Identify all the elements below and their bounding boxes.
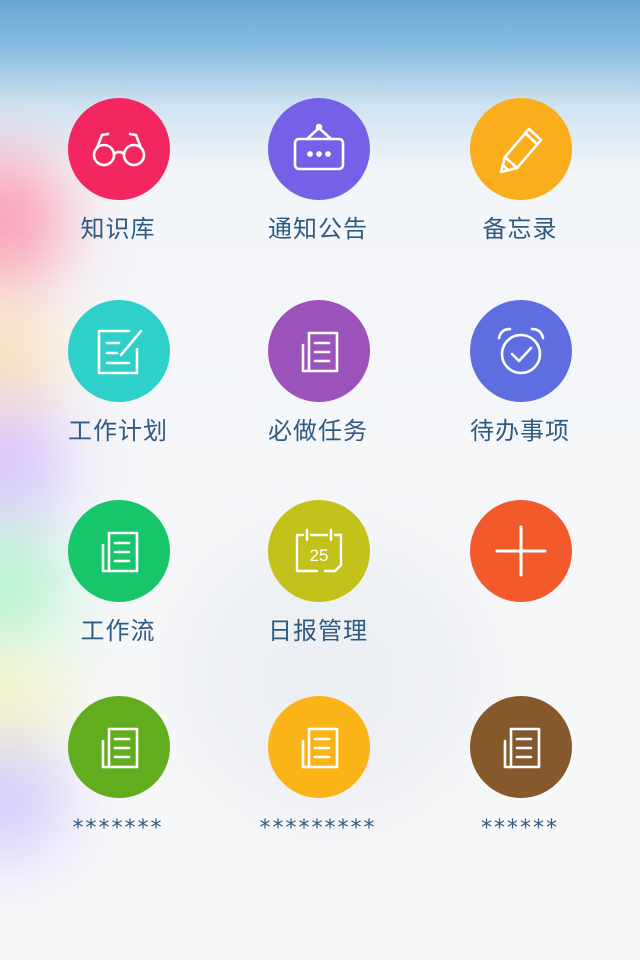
work-plan-label: 工作计划 (68, 417, 168, 445)
tile-extra-1[interactable]: ******* (18, 696, 218, 876)
tile-must-do[interactable]: 必做任务 (218, 300, 418, 480)
extra-1-button[interactable] (68, 696, 170, 798)
tile-notice[interactable]: 通知公告 (218, 98, 418, 278)
extra-2-label: ********* (259, 816, 377, 841)
tile-work-plan[interactable]: 工作计划 (18, 300, 218, 480)
document-icon (101, 727, 139, 769)
tile-daily-report[interactable]: 25 日报管理 (218, 500, 418, 680)
tile-todo[interactable]: 待办事项 (420, 300, 620, 480)
document-icon (503, 727, 541, 769)
work-plan-button[interactable] (68, 300, 170, 402)
workflow-button[interactable] (68, 500, 170, 602)
pencil-icon (499, 127, 543, 174)
must-do-button[interactable] (268, 300, 370, 402)
daily-report-button[interactable]: 25 (268, 500, 370, 602)
signboard-icon (293, 123, 345, 171)
must-do-label: 必做任务 (268, 417, 368, 445)
todo-button[interactable] (470, 300, 572, 402)
add-button[interactable] (470, 500, 572, 602)
alarm-clock-icon (497, 327, 545, 375)
tile-workflow[interactable]: 工作流 (18, 500, 218, 680)
notice-button[interactable] (268, 98, 370, 200)
edit-note-icon (97, 329, 143, 375)
tile-extra-3[interactable]: ****** (420, 696, 620, 876)
workflow-label: 工作流 (80, 617, 156, 645)
tile-add[interactable] (420, 500, 620, 680)
plus-icon (495, 525, 547, 577)
extra-1-label: ******* (72, 816, 164, 841)
calendar-day-text: 25 (310, 546, 329, 565)
notice-label: 通知公告 (268, 215, 368, 243)
tile-memo[interactable]: 备忘录 (420, 98, 620, 278)
extra-3-label: ****** (481, 816, 559, 841)
extra-3-button[interactable] (470, 696, 572, 798)
knowledge-base-button[interactable] (68, 98, 170, 200)
memo-label: 备忘录 (482, 215, 558, 243)
app-grid: 知识库 通知公告 备忘录 工作计划 必做任务 待办事项 工作流 25 日报管理 … (0, 0, 640, 960)
tile-extra-2[interactable]: ********* (218, 696, 418, 876)
glasses-icon (92, 132, 146, 167)
calendar-icon: 25 (295, 528, 343, 573)
document-icon (301, 727, 339, 769)
todo-label: 待办事项 (470, 417, 570, 445)
memo-button[interactable] (470, 98, 572, 200)
tile-knowledge-base[interactable]: 知识库 (18, 98, 218, 278)
document-icon (101, 531, 139, 573)
document-icon (301, 331, 339, 373)
daily-report-label: 日报管理 (268, 617, 368, 645)
extra-2-button[interactable] (268, 696, 370, 798)
knowledge-base-label: 知识库 (80, 215, 156, 243)
